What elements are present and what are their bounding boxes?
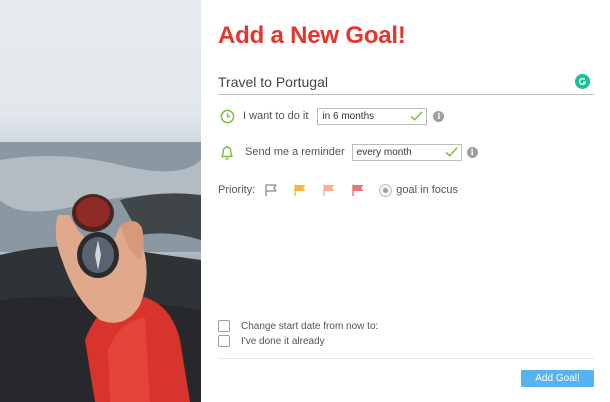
info-icon[interactable]: i	[466, 146, 478, 158]
info-icon[interactable]: i	[433, 110, 445, 122]
clock-icon	[218, 107, 236, 125]
flag-outline-icon[interactable]	[263, 182, 279, 198]
timeframe-value: in 6 months	[322, 110, 375, 122]
reminder-select[interactable]: every month	[351, 143, 462, 161]
change-start-date-row: Change start date from now to:	[218, 320, 378, 332]
goal-in-focus-label: goal in focus	[396, 184, 459, 196]
done-already-checkbox[interactable]	[218, 335, 230, 347]
add-goal-button[interactable]: Add Goal!	[521, 370, 594, 387]
timeframe-label: I want to do it	[243, 110, 309, 122]
compass-photo-art	[0, 142, 201, 402]
compass-photo	[0, 0, 201, 402]
change-start-date-checkbox[interactable]	[218, 320, 230, 332]
check-icon	[445, 146, 458, 157]
goal-name-input[interactable]	[218, 70, 558, 90]
reminder-label: Send me a reminder	[245, 146, 345, 158]
flag-red-icon[interactable]	[350, 182, 366, 198]
done-already-label: I've done it already	[241, 335, 325, 347]
timeframe-row: I want to do it in 6 months i	[218, 107, 445, 125]
flag-yellow-icon[interactable]	[292, 182, 308, 198]
page-title: Add a New Goal!	[218, 22, 406, 49]
flag-peach-icon[interactable]	[321, 182, 337, 198]
priority-label: Priority:	[218, 184, 256, 196]
reminder-row: Send me a reminder every month i	[218, 143, 478, 161]
radio-dot	[383, 187, 389, 193]
done-already-row: I've done it already	[218, 335, 325, 347]
divider	[218, 358, 594, 359]
change-start-date-label: Change start date from now to:	[241, 320, 379, 332]
reminder-value: every month	[356, 146, 412, 158]
goal-name-field[interactable]	[218, 70, 594, 95]
bell-icon	[218, 143, 236, 161]
check-icon	[410, 110, 424, 121]
goal-form: Add a New Goal! I want to do it in 6 mon…	[201, 0, 610, 402]
goal-in-focus-radio[interactable]	[379, 183, 393, 197]
grammarly-glyph	[578, 77, 587, 86]
priority-row: Priority: goal in focus	[218, 182, 458, 198]
timeframe-select[interactable]: in 6 months	[317, 107, 428, 125]
grammarly-icon[interactable]	[575, 74, 590, 89]
